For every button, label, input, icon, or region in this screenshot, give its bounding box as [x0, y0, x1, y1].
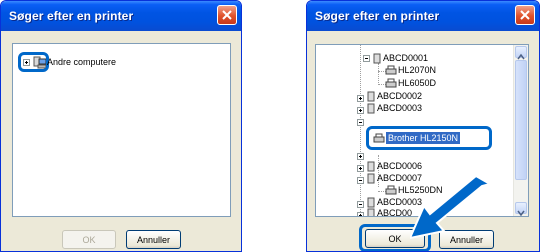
- collapse-icon[interactable]: [363, 55, 370, 62]
- expand-icon[interactable]: [357, 165, 364, 172]
- computer-icon: [367, 197, 375, 208]
- title-bar[interactable]: Søger efter en printer: [1, 1, 241, 31]
- cancel-button[interactable]: Annuller: [126, 230, 181, 249]
- tree-guide-line: [378, 63, 379, 85]
- scroll-thumb[interactable]: [515, 60, 527, 180]
- tree-item[interactable]: HL2070N: [398, 65, 436, 76]
- network-tree[interactable]: Andre computere: [12, 43, 231, 217]
- tree-item[interactable]: ABCD00: [377, 208, 412, 216]
- expand-icon[interactable]: [357, 212, 364, 216]
- title-bar[interactable]: Søger efter en printer: [307, 1, 539, 31]
- computer-icon: [367, 208, 375, 216]
- tree-item[interactable]: HL6050D: [398, 78, 436, 89]
- expand-icon[interactable]: [357, 95, 364, 102]
- tree-item-selected[interactable]: Brother HL2150N: [386, 132, 461, 144]
- vertical-scrollbar[interactable]: [513, 45, 528, 216]
- highlight-marker: [18, 52, 49, 72]
- collapse-icon[interactable]: [357, 201, 364, 208]
- tree-item[interactable]: ABCD0003: [377, 103, 422, 114]
- tree-item[interactable]: ABCD0006: [377, 161, 422, 172]
- pointer-arrow-icon: [410, 176, 493, 240]
- close-button[interactable]: [217, 5, 237, 25]
- dialog-title: Søger efter en printer: [9, 9, 134, 23]
- printer-icon: [385, 78, 397, 88]
- expand-icon[interactable]: [357, 153, 364, 160]
- computer-icon: [373, 53, 381, 64]
- printer-icon: [373, 133, 385, 143]
- close-icon: [222, 10, 232, 20]
- computer-icon: [367, 91, 375, 102]
- ok-button[interactable]: OK: [62, 230, 116, 249]
- search-printer-dialog-left: Søger efter en printer Andre computere O…: [0, 0, 242, 252]
- tree-item-other-computers[interactable]: Andre computere: [47, 57, 116, 68]
- scroll-up-button[interactable]: [515, 46, 527, 60]
- close-button[interactable]: [515, 5, 535, 25]
- printer-icon: [385, 185, 397, 195]
- expand-icon[interactable]: [357, 107, 364, 114]
- printer-icon: [385, 65, 397, 75]
- tree-item[interactable]: ABCD0001: [383, 53, 428, 64]
- tree-item[interactable]: ABCD0002: [377, 91, 422, 102]
- close-icon: [520, 10, 530, 20]
- dialog-title: Søger efter en printer: [315, 9, 440, 23]
- collapse-icon[interactable]: [357, 119, 364, 126]
- chevron-down-icon: [517, 210, 525, 216]
- computer-icon: [367, 173, 375, 184]
- computer-icon: [367, 103, 375, 114]
- scroll-down-button[interactable]: [515, 202, 527, 216]
- collapse-icon[interactable]: [357, 177, 364, 184]
- computer-icon: [367, 161, 375, 172]
- tree-guide-line: [360, 45, 361, 216]
